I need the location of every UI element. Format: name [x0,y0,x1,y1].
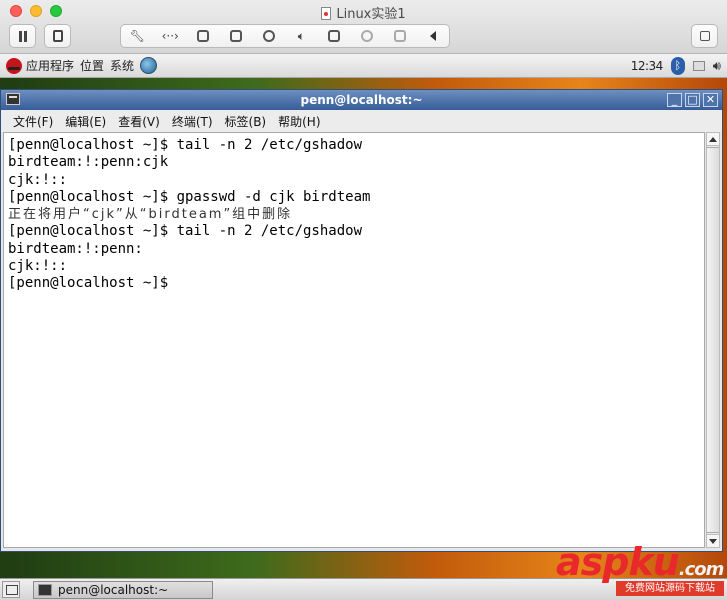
terminal-line: cjk:!:: [8,171,68,188]
mouse-icon [360,30,373,42]
terminal-maximize-button[interactable]: □ [685,93,700,107]
show-desktop-button[interactable] [2,581,20,598]
redhat-icon [6,57,22,74]
clock[interactable]: 12:34 [631,59,664,73]
window-mode-button[interactable] [691,24,718,48]
chevron-left-icon [429,31,436,41]
terminal-line: birdteam:!:penn:cjk [8,154,169,171]
menu-tabs[interactable]: 标签(B) [219,113,273,130]
speaker-icon: 🔈︎ [297,28,305,43]
gnome-top-panel: 应用程序 位置 系统 12:34 ᛒ 🔊︎ [0,54,727,78]
terminal-menubar: 文件(F) 编辑(E) 查看(V) 终端(T) 标签(B) 帮助(H) [1,110,722,132]
terminal-line: cjk:!:: [8,258,68,275]
snapshot-icon [53,30,63,42]
pause-vm-button[interactable] [9,24,36,48]
menu-view[interactable]: 查看(V) [112,113,166,130]
sync-icon [393,30,406,42]
volume-icon[interactable]: 🔊︎ [713,59,721,74]
browser-globe-icon[interactable] [140,57,158,74]
usb-mouse-button[interactable] [351,25,384,47]
taskbar-terminal-button[interactable]: penn@localhost:~ [33,581,213,599]
terminal-title: penn@localhost:~ [300,93,423,107]
terminal-line: [penn@localhost ~]$ [8,275,169,292]
terminal-line: 正在将用户“cjk”从“birdteam”组中删除 [8,207,293,223]
collapse-toolbar-button[interactable] [416,25,449,47]
network-status-icon[interactable] [692,61,705,71]
settings-wrench-button[interactable]: 🔧︎ [121,25,154,47]
wrench-icon: 🔧︎ [129,29,146,43]
site-watermark: aspku.com 免费网站源码下载站 [556,540,726,598]
menu-file[interactable]: 文件(F) [7,113,59,130]
printer-button[interactable] [252,25,285,47]
snapshot-button[interactable] [44,24,71,48]
camera-button[interactable] [318,25,351,47]
places-menu[interactable]: 位置 [80,57,104,74]
hard-disk-icon [229,30,242,42]
hard-disk-icon [196,30,209,42]
terminal-icon [38,584,52,596]
menu-help[interactable]: 帮助(H) [272,113,326,130]
network-button[interactable]: ‹··› [154,25,187,47]
terminal-titlebar[interactable]: penn@localhost:~ _ □ ✕ [1,90,722,110]
applications-menu[interactable]: 应用程序 [6,57,74,74]
terminal-line: birdteam:!:penn: [8,240,143,257]
panel-tray: 12:34 ᛒ 🔊︎ [631,54,721,78]
menu-terminal[interactable]: 终端(T) [166,113,219,130]
scrollbar-thumb[interactable] [707,147,719,533]
vm-device-toolbar: 🔧︎ ‹··› 🔈︎ [120,24,450,48]
watermark-subtitle: 免费网站源码下载站 [616,581,724,596]
bluetooth-icon[interactable]: ᛒ [670,57,685,75]
vm-titlebar: Linux实验1 🔧︎ ‹··› 🔈︎ [0,0,727,54]
terminal-output[interactable]: [penn@localhost ~]$ tail -n 2 /etc/gshad… [3,132,705,548]
terminal-line: [penn@localhost ~]$ gpasswd -d cjk birdt… [8,188,371,205]
disk-2-button[interactable] [219,25,252,47]
terminal-line: [penn@localhost ~]$ tail -n 2 /etc/gshad… [8,223,363,240]
system-menu[interactable]: 系统 [110,57,134,74]
terminal-minimize-button[interactable]: _ [667,93,682,107]
sync-button[interactable] [383,25,416,47]
window-icon [700,31,710,41]
disk-1-button[interactable] [187,25,220,47]
scroll-up-arrow-icon[interactable] [707,133,719,146]
menu-edit[interactable]: 编辑(E) [59,113,112,130]
document-icon [321,7,332,20]
terminal-close-button[interactable]: ✕ [703,93,718,107]
terminal-window: penn@localhost:~ _ □ ✕ 文件(F) 编辑(E) 查看(V)… [0,89,723,552]
printer-icon [262,30,275,42]
terminal-scrollbar[interactable] [706,132,720,548]
vm-window-title: Linux实验1 [0,3,727,22]
terminal-line: [penn@localhost ~]$ tail -n 2 /etc/gshad… [8,137,363,153]
camera-icon [328,30,341,42]
sound-button[interactable]: 🔈︎ [285,25,318,47]
network-arrows-icon: ‹··› [161,29,179,43]
